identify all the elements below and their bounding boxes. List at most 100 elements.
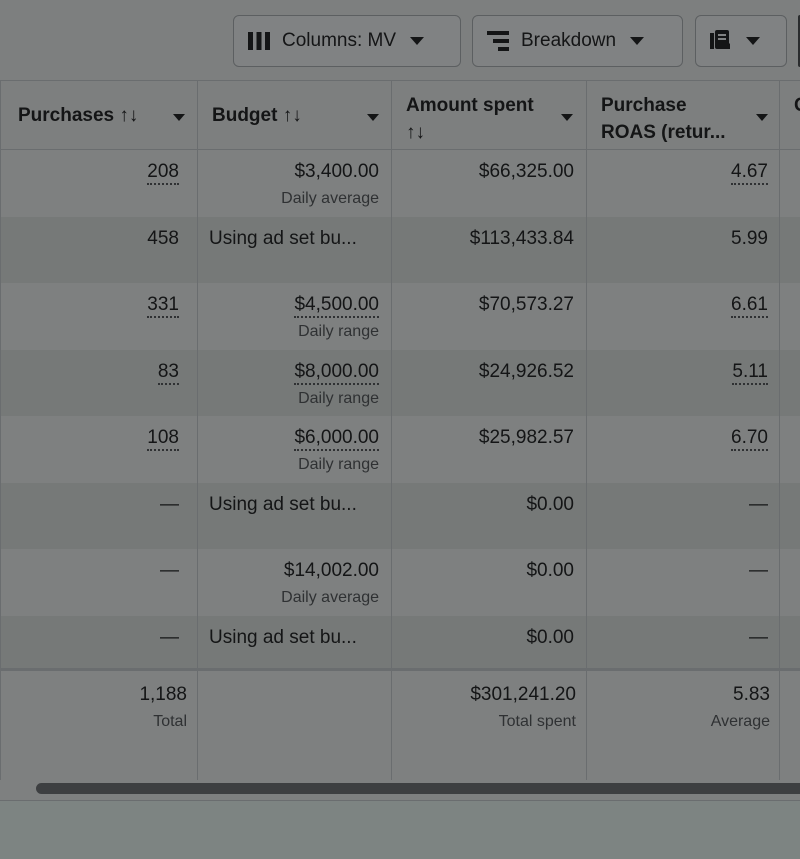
column-header-next[interactable]: C	[780, 81, 800, 151]
amount-spent-cell-value: $0.00	[526, 560, 574, 581]
amount-spent-cell-value: $113,433.84	[469, 227, 574, 249]
roas-cell: —	[586, 549, 780, 615]
budget-cell-value: $14,002.00	[283, 560, 379, 581]
breakdown-icon	[487, 31, 509, 51]
roas-cell: 6.70	[586, 416, 780, 482]
dropdown-icon[interactable]	[756, 114, 768, 121]
roas-cell-value[interactable]: 4.67	[731, 161, 768, 185]
amount-spent-cell: $0.00	[391, 483, 586, 549]
column-header-budget[interactable]: Budget ↑↓	[197, 81, 391, 151]
columns-label: Columns: MV	[282, 30, 397, 51]
table-header: Purchases ↑↓ Budget ↑↓ Amount spent ↑↓ Pu…	[0, 80, 800, 150]
budget-cell: $6,000.00 Daily range	[197, 416, 391, 482]
purchases-cell: 83	[0, 350, 197, 416]
reports-icon	[710, 30, 732, 52]
purchases-cell-value: 458	[147, 227, 179, 249]
amount-spent-cell: $25,982.57	[391, 416, 586, 482]
roas-cell-value[interactable]: 6.61	[731, 294, 768, 318]
chevron-down-icon	[410, 37, 425, 45]
budget-type-label: Daily range	[298, 323, 379, 340]
roas-cell-value[interactable]: 5.11	[732, 361, 768, 385]
column-divider	[779, 80, 780, 780]
breakdown-label: Breakdown	[521, 30, 617, 51]
roas-cell-value: 5.99	[731, 227, 768, 249]
table-row[interactable]: 458 Using ad set bu... $113,433.84 5.99	[0, 216, 800, 283]
roas-cell: 5.99	[586, 217, 780, 283]
amount-spent-cell-value: $66,325.00	[478, 161, 574, 182]
column-divider	[391, 80, 392, 780]
column-divider	[0, 80, 1, 780]
scrollbar-thumb[interactable]	[36, 783, 800, 794]
purchases-cell-value[interactable]: 331	[147, 294, 179, 318]
reports-button[interactable]	[695, 15, 787, 67]
totals-spent-cell: $301,241.20 Total spent	[470, 684, 576, 730]
purchases-cell-value: —	[160, 560, 179, 581]
amount-spent-cell-value: $0.00	[526, 493, 574, 515]
chevron-down-icon	[746, 37, 760, 45]
horizontal-scrollbar[interactable]	[0, 780, 800, 800]
totals-purchases-cell: 1,188 Total	[139, 684, 187, 730]
budget-cell: $4,500.00 Daily range	[197, 283, 391, 349]
budget-type-label: Daily average	[281, 190, 379, 207]
dropdown-icon[interactable]	[561, 114, 573, 121]
campaign-table: Purchases ↑↓ Budget ↑↓ Amount spent ↑↓ Pu…	[0, 80, 800, 780]
budget-cell-value: Using ad set bu...	[209, 227, 357, 249]
table-row[interactable]: — Using ad set bu... $0.00 —	[0, 482, 800, 549]
budget-cell-value: Using ad set bu...	[209, 626, 357, 648]
purchases-cell: 208	[0, 150, 197, 216]
purchases-cell-value[interactable]: 208	[147, 161, 179, 185]
budget-cell-value: Using ad set bu...	[209, 493, 357, 515]
budget-cell: Using ad set bu...	[197, 483, 391, 549]
amount-spent-cell: $66,325.00	[391, 150, 586, 216]
column-divider	[197, 80, 198, 780]
purchases-cell-value[interactable]: 83	[157, 361, 179, 385]
roas-cell: 4.67	[586, 150, 780, 216]
roas-cell-value: —	[749, 493, 768, 515]
totals-roas-cell: 5.83 Average	[710, 684, 770, 730]
roas-cell-value[interactable]: 6.70	[731, 427, 768, 451]
amount-spent-cell-value: $0.00	[526, 626, 574, 648]
purchases-cell-value: —	[160, 626, 179, 648]
table-row[interactable]: 208 $3,400.00 Daily average $66,325.00 4.67	[0, 150, 800, 217]
roas-cell-value: —	[749, 626, 768, 648]
column-divider	[586, 80, 587, 780]
purchases-cell-value: —	[160, 493, 179, 515]
columns-button[interactable]: Columns: MV	[233, 15, 461, 67]
budget-cell: $14,002.00 Daily average	[197, 549, 391, 615]
budget-cell-value[interactable]: $8,000.00	[294, 361, 379, 385]
dropdown-icon[interactable]	[173, 114, 185, 121]
amount-spent-cell-value: $25,982.57	[478, 427, 574, 448]
budget-type-label: Daily average	[281, 589, 379, 606]
budget-cell: $3,400.00 Daily average	[197, 150, 391, 216]
column-header-purchase-roas[interactable]: Purchase ROAS (retur...	[586, 81, 780, 151]
amount-spent-cell: $0.00	[391, 549, 586, 615]
budget-cell-value[interactable]: $4,500.00	[294, 294, 379, 318]
totals-budget-cell	[197, 671, 391, 783]
purchases-cell: 108	[0, 416, 197, 482]
dropdown-icon[interactable]	[367, 114, 379, 121]
chevron-down-icon	[630, 37, 645, 45]
footer-area	[0, 800, 800, 859]
purchases-cell: —	[0, 483, 197, 549]
column-header-purchases[interactable]: Purchases ↑↓	[0, 81, 197, 151]
breakdown-button[interactable]: Breakdown	[472, 15, 683, 67]
table-row[interactable]: 331 $4,500.00 Daily range $70,573.27 6.61	[0, 283, 800, 350]
purchases-cell-value[interactable]: 108	[147, 427, 179, 451]
table-row[interactable]: 108 $6,000.00 Daily range $25,982.57 6.70	[0, 416, 800, 483]
roas-cell: 6.61	[586, 283, 780, 349]
amount-spent-cell: $70,573.27	[391, 283, 586, 349]
amount-spent-cell: $24,926.52	[391, 350, 586, 416]
amount-spent-cell: $113,433.84	[391, 217, 586, 283]
budget-cell: $8,000.00 Daily range	[197, 350, 391, 416]
amount-spent-cell-value: $24,926.52	[478, 360, 574, 382]
table-row[interactable]: — $14,002.00 Daily average $0.00 —	[0, 549, 800, 616]
purchases-cell: 331	[0, 283, 197, 349]
column-header-amount-spent[interactable]: Amount spent ↑↓	[391, 81, 586, 151]
roas-cell: 5.11	[586, 350, 780, 416]
columns-icon	[248, 32, 270, 50]
roas-cell-value: —	[749, 560, 768, 581]
table-row[interactable]: 83 $8,000.00 Daily range $24,926.52 5.11	[0, 349, 800, 416]
purchases-cell: —	[0, 549, 197, 615]
budget-cell-value[interactable]: $6,000.00	[294, 427, 379, 451]
budget-cell: Using ad set bu...	[197, 217, 391, 283]
